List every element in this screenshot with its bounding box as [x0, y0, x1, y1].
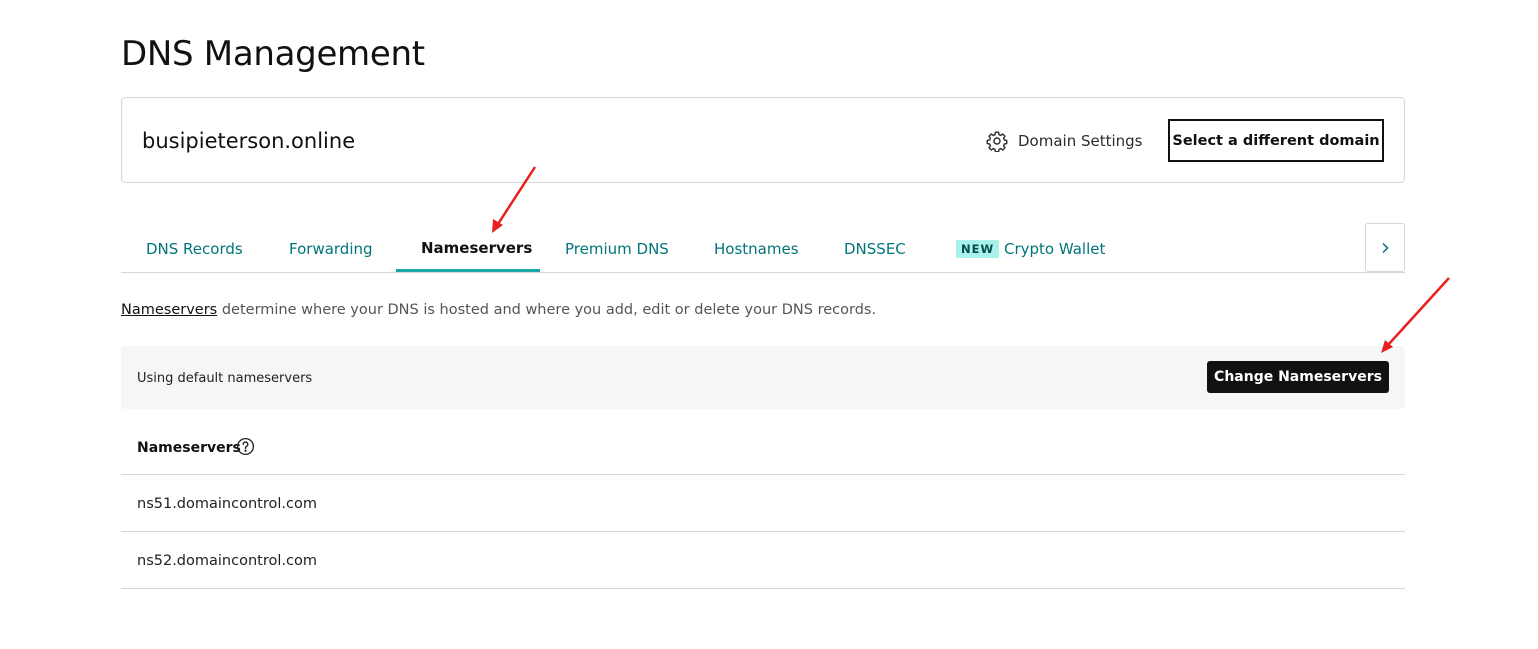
domain-card: busipieterson.online Domain Settings Sel…: [121, 97, 1405, 183]
tab-bar: DNS Records Forwarding Nameservers Premi…: [121, 222, 1405, 273]
nameserver-value: ns51.domaincontrol.com: [137, 496, 317, 512]
nameservers-help-link[interactable]: Nameservers: [121, 302, 217, 318]
intro-description: determine where your DNS is hosted and w…: [217, 302, 877, 318]
question-circle-icon[interactable]: [236, 437, 255, 456]
nameserver-row: ns51.domaincontrol.com: [121, 475, 1405, 532]
tab-forwarding[interactable]: Forwarding: [289, 240, 373, 258]
nameservers-header-label: Nameservers: [137, 440, 241, 456]
page-title: DNS Management: [121, 34, 425, 74]
gear-icon: [986, 131, 1008, 152]
tab-hostnames[interactable]: Hostnames: [714, 240, 799, 258]
domain-name: busipieterson.online: [142, 129, 356, 153]
nameserver-status-banner: Using default nameservers Change Nameser…: [121, 346, 1405, 409]
tab-nameservers[interactable]: Nameservers: [421, 239, 532, 257]
nameservers-header: Nameservers: [121, 420, 1405, 475]
select-different-domain-button[interactable]: Select a different domain: [1168, 119, 1384, 162]
change-nameservers-button[interactable]: Change Nameservers: [1207, 361, 1389, 393]
chevron-right-icon: [1382, 242, 1389, 253]
tab-dnssec[interactable]: DNSSEC: [844, 240, 906, 258]
annotation-arrow: [1381, 277, 1450, 353]
tab-dns-records[interactable]: DNS Records: [146, 240, 243, 258]
domain-settings-label: Domain Settings: [1018, 132, 1143, 150]
nameserver-value: ns52.domaincontrol.com: [137, 553, 317, 569]
intro-text: Nameservers determine where your DNS is …: [121, 302, 876, 318]
active-tab-underline: [396, 269, 540, 272]
status-text: Using default nameservers: [137, 371, 313, 386]
nameserver-row: ns52.domaincontrol.com: [121, 532, 1405, 589]
tab-premium-dns[interactable]: Premium DNS: [565, 240, 669, 258]
tabs-scroll-right-button[interactable]: [1365, 223, 1405, 272]
new-badge: NEW: [956, 240, 1000, 258]
tab-crypto-wallet[interactable]: Crypto Wallet: [1004, 240, 1105, 258]
domain-settings-link[interactable]: Domain Settings: [986, 130, 1143, 152]
